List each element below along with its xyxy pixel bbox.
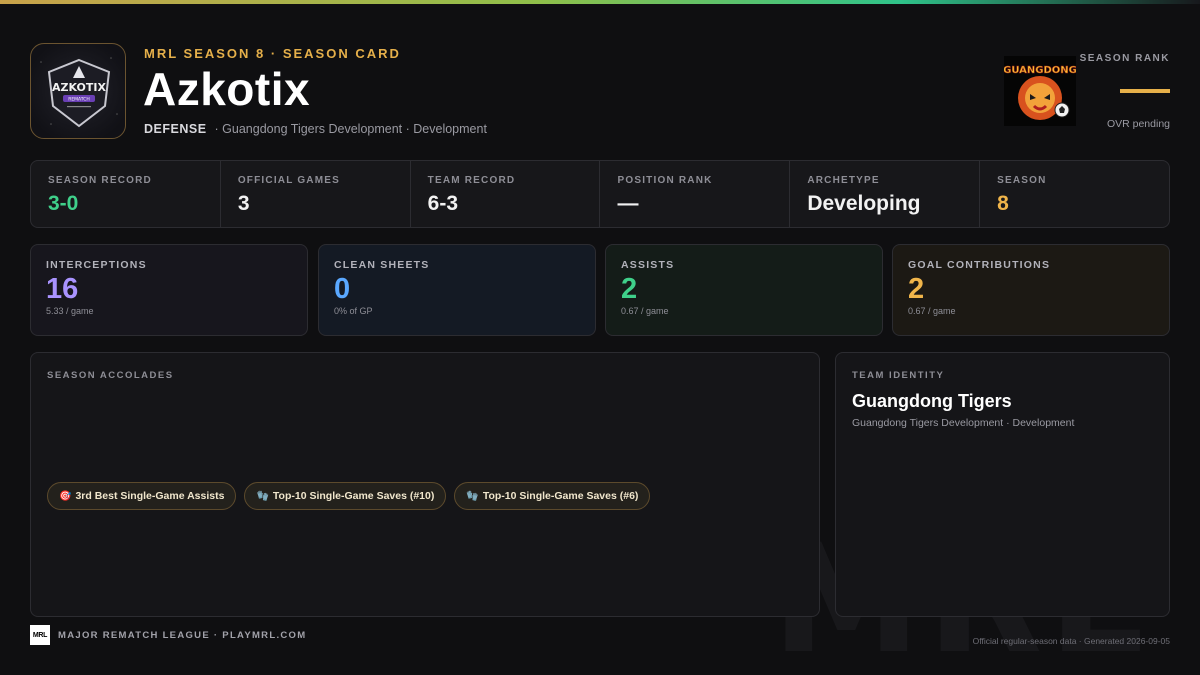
player-logo: AZKOTIX REMATCH [30,43,126,139]
stat-label: SEASON [997,175,1047,186]
highlight-sub: 0.67 / game [621,306,669,316]
stat-season: SEASON 8 [980,161,1169,227]
highlight-goal-contributions: GOAL CONTRIBUTIONS 2 0.67 / game [892,244,1170,336]
team-name: Guangdong Tigers [852,391,1012,411]
stat-official-games: OFFICIAL GAMES 3 [221,161,411,227]
season-accolades-panel: SEASON ACCOLADES 🎯 3rd Best Single-Game … [30,352,820,617]
accolade-list: 🎯 3rd Best Single-Game Assists 🧤 Top-10 … [47,482,651,510]
accolade-text: Top-10 Single-Game Saves (#10) [272,490,435,502]
stat-label: SEASON RECORD [48,175,152,186]
accolade-text: 3rd Best Single-Game Assists [75,490,225,502]
tiger-logo-icon: GUANGDONG [1004,65,1076,120]
highlight-label: INTERCEPTIONS [46,259,147,271]
mrl-logo: MRL [30,625,50,645]
stat-season-record: SEASON RECORD 3-0 [31,161,221,227]
season-rank-placeholder [1120,89,1170,93]
stat-label: ARCHETYPE [807,175,880,186]
highlight-sub: 5.33 / game [46,306,94,316]
season-rank-label: SEASON RANK [1079,53,1170,64]
player-logo-sub: REMATCH [68,97,90,103]
glove-icon: 🧤 [466,490,479,502]
highlight-assists: ASSISTS 2 0.67 / game [605,244,883,336]
stat-label: OFFICIAL GAMES [237,175,340,186]
target-icon: 🎯 [59,490,72,502]
stat-value: 8 [997,192,1009,215]
top-accent-bar [0,0,1200,4]
stat-value: 3 [237,192,250,215]
highlight-value: 16 [46,273,79,305]
player-logo-text: AZKOTIX [52,81,106,94]
stat-team-record: TEAM RECORD 6-3 [411,161,601,227]
highlight-sub: 0% of GP [334,306,373,316]
stat-archetype: ARCHETYPE Developing [790,161,981,227]
footer-generated-note: Official regular-season data · Generated… [972,636,1170,646]
accolade-badge: 🧤 Top-10 Single-Game Saves (#10) [244,482,447,510]
highlight-value: 0 [334,273,351,305]
stat-value: 6-3 [427,192,459,215]
highlight-interceptions: INTERCEPTIONS 16 5.33 / game [30,244,308,336]
highlight-label: ASSISTS [621,259,675,271]
footer-league-link[interactable]: MAJOR REMATCH LEAGUE · PLAYMRL.COM [58,630,306,641]
stat-position-rank: POSITION RANK — [600,161,791,227]
card-eyebrow: MRL SEASON 8 · SEASON CARD [144,46,401,61]
highlight-sub: 0.67 / game [908,306,956,316]
team-logo: GUANGDONG [1004,56,1076,126]
accolade-badge: 🎯 3rd Best Single-Game Assists [47,482,237,510]
season-stat-strip: SEASON RECORD 3-0 OFFICIAL GAMES 3 TEAM … [30,160,1170,228]
team-subtitle: Guangdong Tigers Development · Developme… [852,417,1075,429]
highlight-value: 2 [908,273,925,305]
accolades-label: SEASON ACCOLADES [47,370,174,381]
team-identity-label: TEAM IDENTITY [852,370,945,381]
player-position: DEFENSE [144,122,207,136]
stat-label: POSITION RANK [617,175,713,186]
team-identity-panel: TEAM IDENTITY Guangdong Tigers Guangdong… [835,352,1170,617]
stat-value: 3-0 [48,192,79,215]
stat-label: TEAM RECORD [427,175,516,186]
highlight-label: CLEAN SHEETS [334,259,430,271]
player-team-line: · Guangdong Tigers Development · Develop… [214,122,487,136]
shield-logo-icon: AZKOTIX REMATCH [40,57,118,128]
player-name: Azkotix [143,63,311,115]
highlight-clean-sheets: CLEAN SHEETS 0 0% of GP [318,244,596,336]
ovr-status: OVR pending [1106,118,1170,130]
highlight-value: 2 [621,273,638,305]
accolade-text: Top-10 Single-Game Saves (#6) [482,490,639,502]
player-subline: DEFENSE · Guangdong Tigers Development · … [144,122,487,136]
team-logo-text: GUANGDONG [1004,65,1076,76]
stat-value: — [617,192,639,215]
glove-icon: 🧤 [256,490,269,502]
highlight-label: GOAL CONTRIBUTIONS [908,259,1051,271]
stat-value: Developing [807,192,921,215]
accolade-badge: 🧤 Top-10 Single-Game Saves (#6) [454,482,651,510]
